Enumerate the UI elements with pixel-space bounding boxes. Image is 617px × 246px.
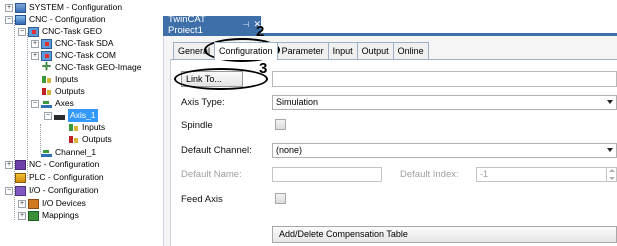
io-devices-icon — [28, 198, 39, 209]
spinner-icon[interactable] — [606, 167, 616, 182]
default-channel-value: (none) — [276, 145, 303, 155]
image-task-icon: ✛ — [41, 60, 52, 73]
collapse-icon[interactable]: − — [31, 99, 39, 108]
compensation-table-button[interactable]: Add/Delete Compensation Table — [272, 226, 617, 243]
expand-icon[interactable]: + — [18, 199, 26, 208]
task-icon — [41, 38, 52, 49]
task-icon — [28, 26, 39, 37]
tree-item-label: Outputs — [82, 134, 112, 144]
default-channel-label: Default Channel: — [181, 145, 252, 156]
link-target-field — [272, 71, 617, 87]
tree-item-nc[interactable]: + NC - Configuration — [5, 158, 99, 171]
feed-axis-label: Feed Axis — [181, 194, 223, 205]
axis-type-select[interactable]: Simulation — [272, 95, 617, 110]
collapse-icon[interactable]: − — [5, 186, 13, 195]
solution-tree: + SYSTEM - Configuration − CNC - Configu… — [0, 0, 158, 246]
tree-item-label: I/O - Configuration — [29, 185, 99, 195]
channel-icon — [41, 149, 52, 157]
highlight-ring-link-to — [174, 68, 268, 90]
nc-icon — [15, 159, 26, 170]
tree-item-label: PLC - Configuration — [29, 172, 104, 182]
mappings-icon — [28, 210, 39, 221]
collapse-icon[interactable]: − — [18, 27, 26, 36]
inputs-icon — [41, 75, 52, 85]
tab-output[interactable]: Output — [356, 42, 394, 59]
expand-icon[interactable]: + — [5, 3, 13, 12]
axes-icon — [41, 100, 52, 108]
expand-icon[interactable]: + — [31, 51, 39, 60]
default-index-input[interactable]: -1 — [476, 167, 617, 182]
tree-item-plc[interactable]: PLC - Configuration — [15, 171, 104, 184]
tab-online[interactable]: Online — [392, 42, 429, 59]
tree-item-mappings[interactable]: + Mappings — [18, 209, 79, 222]
axis-type-label: Axis Type: — [181, 97, 225, 108]
tree-item-label: NC - Configuration — [29, 159, 100, 169]
step-number-2: 2 — [256, 23, 265, 40]
axis-type-value: Simulation — [276, 97, 319, 107]
dropdown-arrow-icon — [607, 148, 613, 152]
inputs-icon — [68, 123, 79, 133]
expand-icon[interactable]: + — [5, 160, 13, 169]
expand-icon[interactable]: + — [18, 211, 26, 220]
spindle-label: Spindle — [181, 120, 213, 131]
system-icon — [15, 2, 26, 13]
default-index-label: Default Index: — [400, 169, 459, 180]
io-icon — [15, 185, 26, 196]
collapse-icon[interactable]: − — [5, 15, 13, 24]
default-name-label: Default Name: — [181, 169, 242, 180]
feed-axis-checkbox[interactable] — [275, 193, 286, 204]
outputs-icon — [41, 87, 52, 97]
default-channel-select[interactable]: (none) — [272, 143, 617, 158]
tree-item-label: Mappings — [42, 210, 79, 220]
tree-connector — [27, 33, 28, 178]
step-number-3: 3 — [259, 60, 268, 77]
cnc-icon — [15, 14, 26, 25]
tree-item-io[interactable]: − I/O - Configuration — [5, 184, 98, 197]
pin-icon[interactable]: ⊣ — [242, 20, 249, 29]
tab-configuration[interactable]: Configuration — [214, 42, 278, 60]
tab-parameter[interactable]: Parameter — [276, 42, 329, 59]
default-index-value: -1 — [480, 169, 489, 179]
spindle-checkbox[interactable] — [275, 119, 286, 130]
collapse-icon[interactable]: − — [44, 111, 52, 120]
tab-input[interactable]: Input — [327, 42, 358, 59]
expand-icon[interactable]: + — [31, 39, 39, 48]
axis-icon — [54, 114, 65, 120]
task-icon — [41, 50, 52, 61]
dropdown-arrow-icon — [607, 100, 613, 104]
document-tab[interactable]: TwinCAT Project1 ⊣ ✕ — [163, 14, 261, 36]
outputs-icon — [68, 135, 79, 145]
plc-icon — [15, 172, 26, 183]
tree-item-axis-outputs[interactable]: Outputs — [68, 133, 112, 146]
default-name-input[interactable] — [272, 167, 382, 182]
